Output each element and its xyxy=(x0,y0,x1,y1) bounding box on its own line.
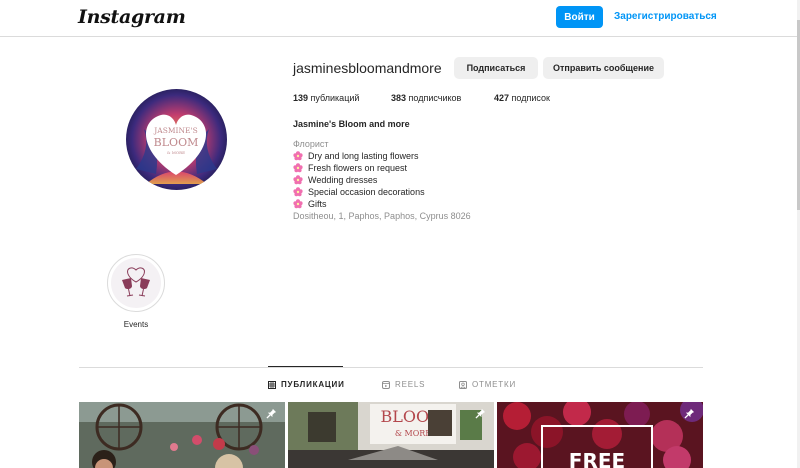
bio-text: Dry and long lasting flowers xyxy=(308,151,419,161)
bio-text: Wedding dresses xyxy=(308,175,378,185)
bio-line: Gifts xyxy=(293,199,327,209)
followers-stat[interactable]: 383 подписчиков xyxy=(391,93,461,103)
top-navigation-bar: Instagram Войти Зарегистрироваться xyxy=(0,0,797,37)
post-image xyxy=(79,402,285,468)
instagram-logo[interactable]: Instagram xyxy=(78,6,186,28)
post-image: FREE xyxy=(497,402,703,468)
tabs-divider xyxy=(79,367,703,368)
bio-line: Special occasion decorations xyxy=(293,187,425,197)
pin-icon xyxy=(684,408,695,419)
post-overlay-text: FREE xyxy=(569,449,625,468)
tab-tagged[interactable]: ОТМЕТКИ xyxy=(459,380,516,389)
cherry-blossom-icon xyxy=(293,163,303,173)
bio-line: Dry and long lasting flowers xyxy=(293,151,419,161)
post-thumbnail[interactable]: BLOOM & MORE xyxy=(288,402,494,468)
following-stat[interactable]: 427 подписок xyxy=(494,93,550,103)
tab-posts[interactable]: ПУБЛИКАЦИИ xyxy=(268,380,345,389)
tagged-icon xyxy=(459,380,467,389)
cherry-blossom-icon xyxy=(293,175,303,185)
post-thumbnail[interactable]: FREE xyxy=(497,402,703,468)
grid-icon xyxy=(268,380,276,389)
bio-text: Gifts xyxy=(308,199,327,209)
avatar-text-line1: JASMINE'S xyxy=(153,126,197,135)
tab-tagged-label: ОТМЕТКИ xyxy=(472,380,517,389)
profile-avatar[interactable]: JASMINE'S BLOOM & MORE xyxy=(126,89,227,190)
tab-posts-label: ПУБЛИКАЦИИ xyxy=(281,380,345,389)
post-sign-text-2: & MORE xyxy=(395,429,431,438)
login-button[interactable]: Войти xyxy=(556,6,603,28)
profile-address[interactable]: Dositheou, 1, Paphos, Paphos, Cyprus 802… xyxy=(293,211,471,221)
cherry-blossom-icon xyxy=(293,151,303,161)
cherry-blossom-icon xyxy=(293,187,303,197)
pin-icon xyxy=(266,408,277,419)
avatar-text-line2: BLOOM xyxy=(154,136,199,149)
highlight-events[interactable] xyxy=(107,254,165,312)
follow-button[interactable]: Подписаться xyxy=(454,57,538,79)
bio-line: Fresh flowers on request xyxy=(293,163,407,173)
reels-icon xyxy=(382,380,390,389)
followers-label: подписчиков xyxy=(408,93,462,103)
bio-line: Wedding dresses xyxy=(293,175,377,185)
avatar-text-line3: & MORE xyxy=(167,150,185,155)
following-count: 427 xyxy=(494,93,510,103)
active-tab-indicator xyxy=(268,366,343,367)
post-thumbnail[interactable] xyxy=(79,402,285,468)
profile-full-name: Jasmine's Bloom and more xyxy=(293,119,410,129)
bio-text: Fresh flowers on request xyxy=(308,163,408,173)
tab-reels[interactable]: REELS xyxy=(382,380,425,389)
champagne-glasses-icon xyxy=(122,267,150,297)
profile-username: jasminesbloomandmore xyxy=(293,60,442,76)
send-message-button[interactable]: Отправить сообщение xyxy=(543,57,664,79)
followers-count: 383 xyxy=(391,93,407,103)
cherry-blossom-icon xyxy=(293,199,303,209)
posts-count: 139 xyxy=(293,93,309,103)
posts-label: публикаций xyxy=(310,93,360,103)
following-label: подписок xyxy=(511,93,550,103)
tab-reels-label: REELS xyxy=(395,380,426,389)
signup-link[interactable]: Зарегистрироваться xyxy=(614,11,717,22)
highlight-label: Events xyxy=(123,320,149,329)
highlight-cover xyxy=(111,258,161,308)
pin-icon xyxy=(475,408,486,419)
avatar-artwork: JASMINE'S BLOOM & MORE xyxy=(126,89,227,190)
post-image: BLOOM & MORE xyxy=(288,402,494,468)
bio-text: Special occasion decorations xyxy=(308,187,425,197)
profile-category: Флорист xyxy=(293,139,329,149)
posts-count-stat: 139 публикаций xyxy=(293,93,359,103)
